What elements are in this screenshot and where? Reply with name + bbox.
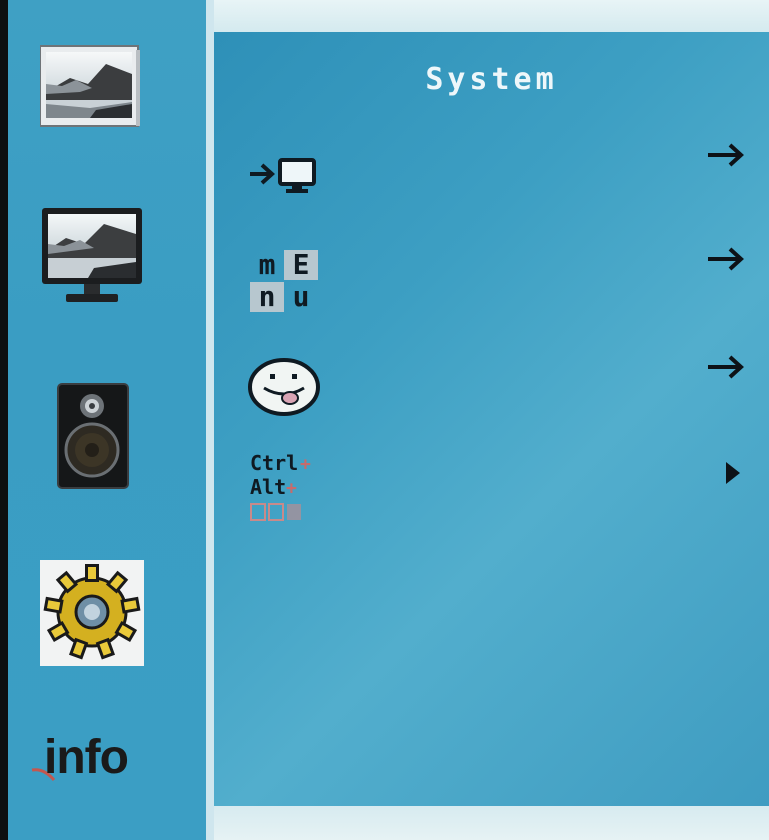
hotkey-keys-icon xyxy=(250,503,301,521)
sidebar-item-audio[interactable] xyxy=(56,382,130,490)
info-label: info xyxy=(44,731,129,784)
triangle-right-icon xyxy=(726,462,740,484)
arrow-right-icon xyxy=(708,247,744,271)
menu-row-input-source[interactable] xyxy=(248,152,320,196)
arrow-right-icon xyxy=(708,355,744,379)
row-1-arrow[interactable] xyxy=(706,140,746,170)
speaker-icon xyxy=(57,383,129,489)
monitor-icon xyxy=(42,208,142,302)
main-panel xyxy=(214,32,769,806)
sidebar-divider xyxy=(206,0,214,840)
menu-icon-letter-2: E xyxy=(284,250,318,280)
menu-icon-letter-4: u xyxy=(292,280,310,313)
menu-settings-icon: m E n u xyxy=(250,250,322,314)
sidebar-item-info[interactable]: info xyxy=(30,730,170,800)
hotkey-alt-label: Alt xyxy=(250,475,287,499)
bottom-band xyxy=(214,806,769,840)
menu-icon-letter-3: n xyxy=(250,282,284,312)
sidebar-item-display[interactable] xyxy=(40,206,144,306)
sidebar-item-picture[interactable] xyxy=(39,44,142,128)
row-4-arrow[interactable] xyxy=(724,460,744,486)
menu-row-hotkeys[interactable]: Ctrl + Alt + xyxy=(250,452,326,532)
smiley-icon xyxy=(248,358,320,416)
row-3-arrow[interactable] xyxy=(706,352,746,382)
hotkey-ctrl-label: Ctrl xyxy=(250,451,299,475)
sidebar-item-system[interactable] xyxy=(40,560,144,666)
arrow-right-icon xyxy=(708,143,744,167)
input-source-icon xyxy=(250,158,316,193)
osd-screen: System info m E n u Ctrl + Alt + xyxy=(0,0,769,840)
landscape-photo-icon xyxy=(39,45,140,127)
menu-icon-letter-1: m xyxy=(258,248,276,281)
menu-row-menu-settings[interactable]: m E n u xyxy=(250,250,322,314)
row-2-arrow[interactable] xyxy=(706,244,746,274)
hotkey-plus-icon: + xyxy=(300,454,311,475)
top-band xyxy=(214,0,769,32)
page-title: System xyxy=(425,62,558,97)
hotkey-icon: Ctrl + Alt + xyxy=(250,452,326,532)
hotkey-plus-icon-2: + xyxy=(286,478,297,499)
menu-row-smiley[interactable] xyxy=(248,358,324,416)
gear-icon xyxy=(40,560,144,666)
